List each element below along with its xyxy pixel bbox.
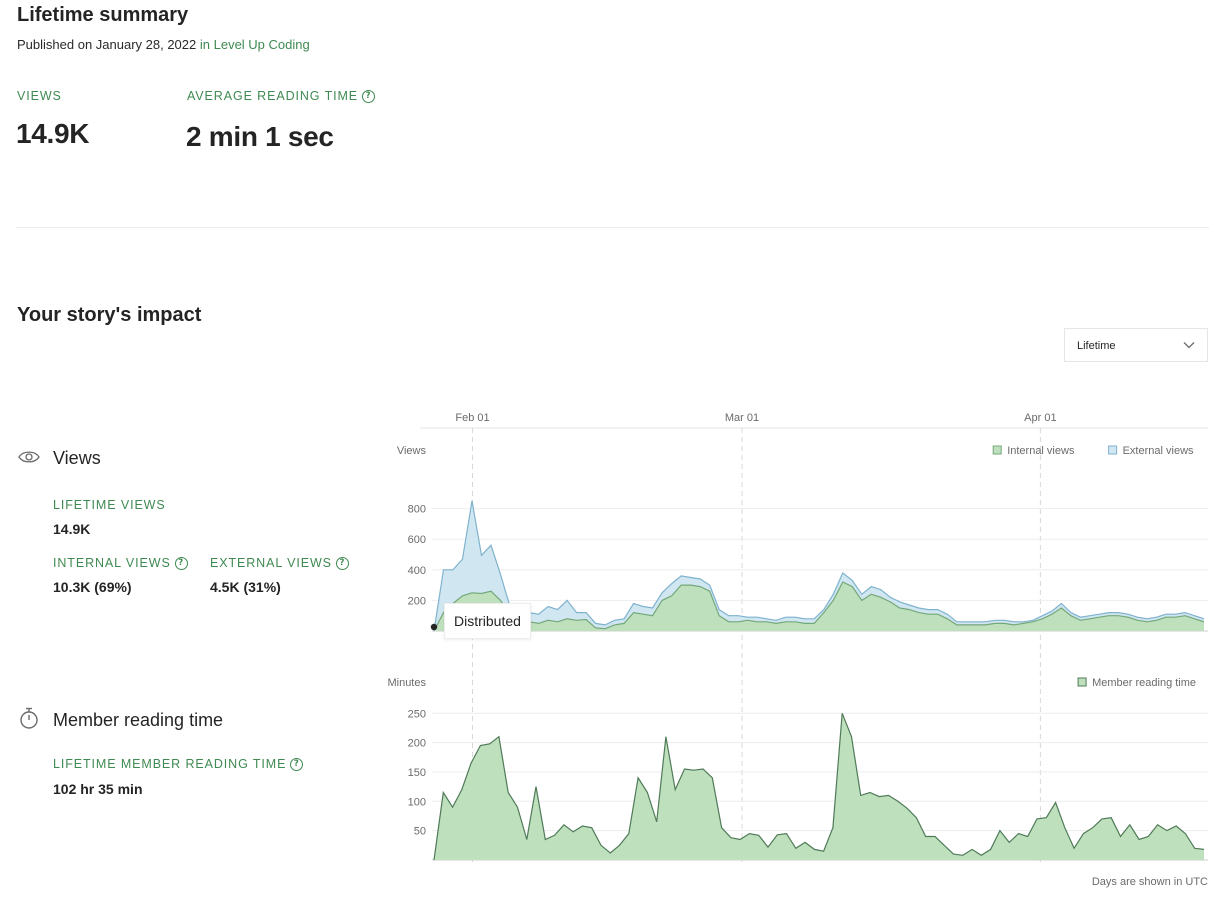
- legend-label: External views: [1123, 445, 1194, 457]
- legend-swatch: [1077, 677, 1087, 687]
- y-tick-label: 150: [408, 767, 426, 779]
- x-tick-label: Apr 01: [1024, 412, 1056, 424]
- charts-canvas: Feb 01 Mar 01 Apr 01 Views 200 400 600 800 Exter…: [387, 412, 1208, 888]
- y-tick-label: 600: [408, 534, 426, 546]
- y-tick-label: 250: [408, 708, 426, 720]
- distributed-marker: [430, 623, 438, 631]
- distributed-tooltip: Distributed: [444, 603, 531, 639]
- days-utc-footnote: Days are shown in UTC: [1092, 876, 1208, 888]
- y-tick-label: 100: [408, 796, 426, 808]
- y-tick-label: 200: [408, 595, 426, 607]
- legend-swatch: [1108, 445, 1118, 455]
- y-tick-label: 50: [414, 826, 426, 838]
- y-tick-label: 800: [408, 504, 426, 516]
- series-area: [434, 500, 1204, 631]
- x-tick-label: Feb 01: [455, 412, 489, 424]
- y-tick-label: 400: [408, 565, 426, 577]
- y-tick-label: 200: [408, 738, 426, 750]
- x-tick-label: Mar 01: [725, 412, 759, 424]
- y-axis-label: Minutes: [387, 677, 426, 689]
- legend-label: Member reading time: [1092, 677, 1196, 689]
- legend-swatch: [992, 445, 1002, 455]
- legend-label: Internal views: [1007, 445, 1075, 457]
- y-axis-label: Views: [397, 445, 427, 457]
